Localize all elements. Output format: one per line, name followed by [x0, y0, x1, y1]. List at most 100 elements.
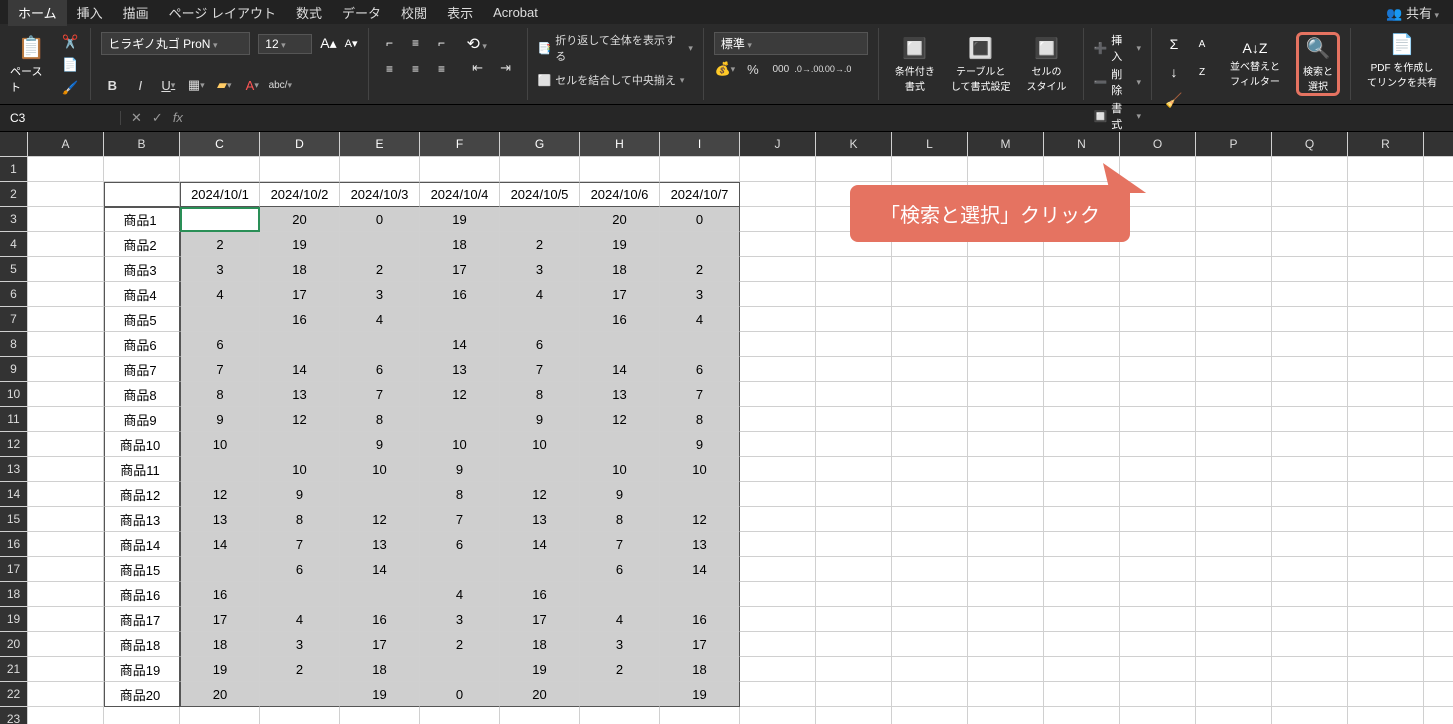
cell-N20[interactable] — [1044, 632, 1120, 657]
cell-S4[interactable] — [1424, 232, 1453, 257]
font-size-select[interactable]: 12 — [258, 34, 312, 54]
cell-N23[interactable] — [1044, 707, 1120, 724]
cell-R20[interactable] — [1348, 632, 1424, 657]
cell-I7[interactable]: 4 — [660, 307, 740, 332]
enter-formula-button[interactable]: ✓ — [152, 110, 163, 126]
phonetic-button[interactable]: abc/ — [269, 74, 291, 96]
cell-B11[interactable]: 商品9 — [104, 407, 180, 432]
cell-C1[interactable] — [180, 157, 260, 182]
cell-C7[interactable] — [180, 307, 260, 332]
name-box[interactable]: C3 — [0, 111, 121, 125]
row-header-9[interactable]: 9 — [0, 357, 28, 382]
cell-J19[interactable] — [740, 607, 816, 632]
cell-D22[interactable] — [260, 682, 340, 707]
cell-E8[interactable] — [340, 332, 420, 357]
cell-M15[interactable] — [968, 507, 1044, 532]
cell-N19[interactable] — [1044, 607, 1120, 632]
cell-C6[interactable]: 4 — [180, 282, 260, 307]
cell-R13[interactable] — [1348, 457, 1424, 482]
cell-Q22[interactable] — [1272, 682, 1348, 707]
cell-E5[interactable]: 2 — [340, 257, 420, 282]
cell-O4[interactable] — [1120, 232, 1196, 257]
cell-I16[interactable]: 13 — [660, 532, 740, 557]
cell-P19[interactable] — [1196, 607, 1272, 632]
cell-H2[interactable]: 2024/10/6 — [580, 182, 660, 207]
number-format-select[interactable]: 標準 — [714, 32, 868, 55]
col-header-J[interactable]: J — [740, 132, 816, 157]
cell-N12[interactable] — [1044, 432, 1120, 457]
cell-H14[interactable]: 9 — [580, 482, 660, 507]
cell-S10[interactable] — [1424, 382, 1453, 407]
cell-C8[interactable]: 6 — [180, 332, 260, 357]
cell-B17[interactable]: 商品15 — [104, 557, 180, 582]
cell-R23[interactable] — [1348, 707, 1424, 724]
cell-K19[interactable] — [816, 607, 892, 632]
cell-J17[interactable] — [740, 557, 816, 582]
cell-P4[interactable] — [1196, 232, 1272, 257]
cell-G22[interactable]: 20 — [500, 682, 580, 707]
row-header-8[interactable]: 8 — [0, 332, 28, 357]
cell-G9[interactable]: 7 — [500, 357, 580, 382]
cell-F5[interactable]: 17 — [420, 257, 500, 282]
cell-P17[interactable] — [1196, 557, 1272, 582]
cell-H11[interactable]: 12 — [580, 407, 660, 432]
fill-color-button[interactable]: ▰ — [213, 74, 235, 96]
cell-F11[interactable] — [420, 407, 500, 432]
cell-B10[interactable]: 商品8 — [104, 382, 180, 407]
cell-C4[interactable]: 2 — [180, 232, 260, 257]
font-name-select[interactable]: ヒラギノ丸ゴ ProN — [101, 32, 250, 55]
cell-A17[interactable] — [28, 557, 104, 582]
cell-P9[interactable] — [1196, 357, 1272, 382]
cell-F12[interactable]: 10 — [420, 432, 500, 457]
cell-P5[interactable] — [1196, 257, 1272, 282]
cell-S18[interactable] — [1424, 582, 1453, 607]
cell-N18[interactable] — [1044, 582, 1120, 607]
cell-E21[interactable]: 18 — [340, 657, 420, 682]
cell-C19[interactable]: 17 — [180, 607, 260, 632]
cell-H7[interactable]: 16 — [580, 307, 660, 332]
cell-L23[interactable] — [892, 707, 968, 724]
cell-N6[interactable] — [1044, 282, 1120, 307]
cell-P18[interactable] — [1196, 582, 1272, 607]
cell-M12[interactable] — [968, 432, 1044, 457]
cell-N11[interactable] — [1044, 407, 1120, 432]
cell-A4[interactable] — [28, 232, 104, 257]
cell-Q6[interactable] — [1272, 282, 1348, 307]
cell-F9[interactable]: 13 — [420, 357, 500, 382]
cell-P23[interactable] — [1196, 707, 1272, 724]
cell-Q11[interactable] — [1272, 407, 1348, 432]
col-header-G[interactable]: G — [500, 132, 580, 157]
cell-H17[interactable]: 6 — [580, 557, 660, 582]
cell-M21[interactable] — [968, 657, 1044, 682]
cell-S9[interactable] — [1424, 357, 1453, 382]
cell-J21[interactable] — [740, 657, 816, 682]
ribbon-tab-1[interactable]: 挿入 — [67, 0, 113, 26]
cell-Q20[interactable] — [1272, 632, 1348, 657]
row-header-22[interactable]: 22 — [0, 682, 28, 707]
copy-button[interactable]: 📄 — [60, 55, 80, 75]
row-header-12[interactable]: 12 — [0, 432, 28, 457]
cell-I18[interactable] — [660, 582, 740, 607]
cell-S17[interactable] — [1424, 557, 1453, 582]
cell-L7[interactable] — [892, 307, 968, 332]
cell-F16[interactable]: 6 — [420, 532, 500, 557]
cell-J11[interactable] — [740, 407, 816, 432]
row-header-23[interactable]: 23 — [0, 707, 28, 724]
paste-button[interactable]: 📋 ペースト — [10, 35, 52, 95]
cell-G6[interactable]: 4 — [500, 282, 580, 307]
cell-A15[interactable] — [28, 507, 104, 532]
insert-cells-button[interactable]: ➕挿入 — [1094, 32, 1141, 64]
cell-Q10[interactable] — [1272, 382, 1348, 407]
col-header-E[interactable]: E — [340, 132, 420, 157]
cell-Q13[interactable] — [1272, 457, 1348, 482]
cell-B23[interactable] — [104, 707, 180, 724]
cell-E2[interactable]: 2024/10/3 — [340, 182, 420, 207]
cell-K20[interactable] — [816, 632, 892, 657]
ribbon-tab-2[interactable]: 描画 — [113, 0, 159, 26]
cell-G1[interactable] — [500, 157, 580, 182]
cell-I21[interactable]: 18 — [660, 657, 740, 682]
cell-S5[interactable] — [1424, 257, 1453, 282]
cell-Q18[interactable] — [1272, 582, 1348, 607]
cell-S19[interactable] — [1424, 607, 1453, 632]
cell-F13[interactable]: 9 — [420, 457, 500, 482]
